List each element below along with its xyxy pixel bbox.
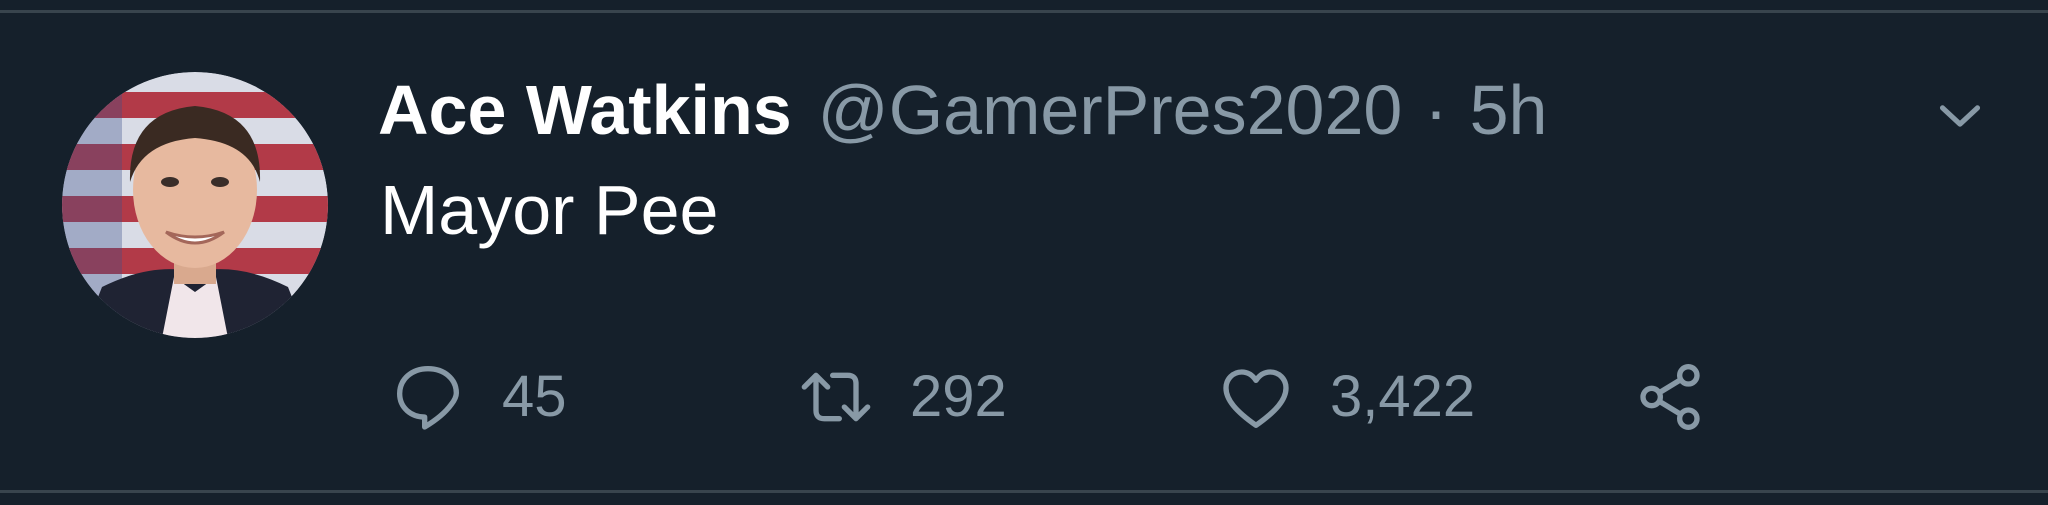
chevron-down-icon: [1939, 105, 1981, 127]
profile-photo: [62, 72, 328, 338]
more-menu-button[interactable]: [1932, 88, 1988, 144]
header-separator: ·: [1424, 71, 1448, 149]
tweet-timestamp[interactable]: 5h: [1470, 75, 1548, 145]
reply-button[interactable]: 45: [388, 352, 567, 442]
top-divider: [0, 10, 2048, 13]
user-handle[interactable]: @GamerPres2020: [818, 75, 1403, 145]
retweet-count: 292: [910, 364, 1007, 429]
heart-icon: [1216, 357, 1296, 437]
reply-bubble-icon: [388, 357, 468, 437]
share-icon: [1630, 357, 1710, 437]
like-button[interactable]: 3,422: [1216, 352, 1475, 442]
tweet-header: Ace Watkins @GamerPres2020 · 5h: [378, 60, 1548, 160]
display-name[interactable]: Ace Watkins: [378, 75, 792, 145]
reply-count: 45: [502, 364, 567, 429]
bottom-divider: [0, 490, 2048, 493]
share-button[interactable]: [1630, 352, 1710, 442]
retweet-button[interactable]: 292: [796, 352, 1007, 442]
tweet-text: Mayor Pee: [380, 171, 719, 249]
retweet-icon: [796, 357, 876, 437]
avatar[interactable]: [62, 72, 328, 338]
like-count: 3,422: [1330, 364, 1476, 429]
